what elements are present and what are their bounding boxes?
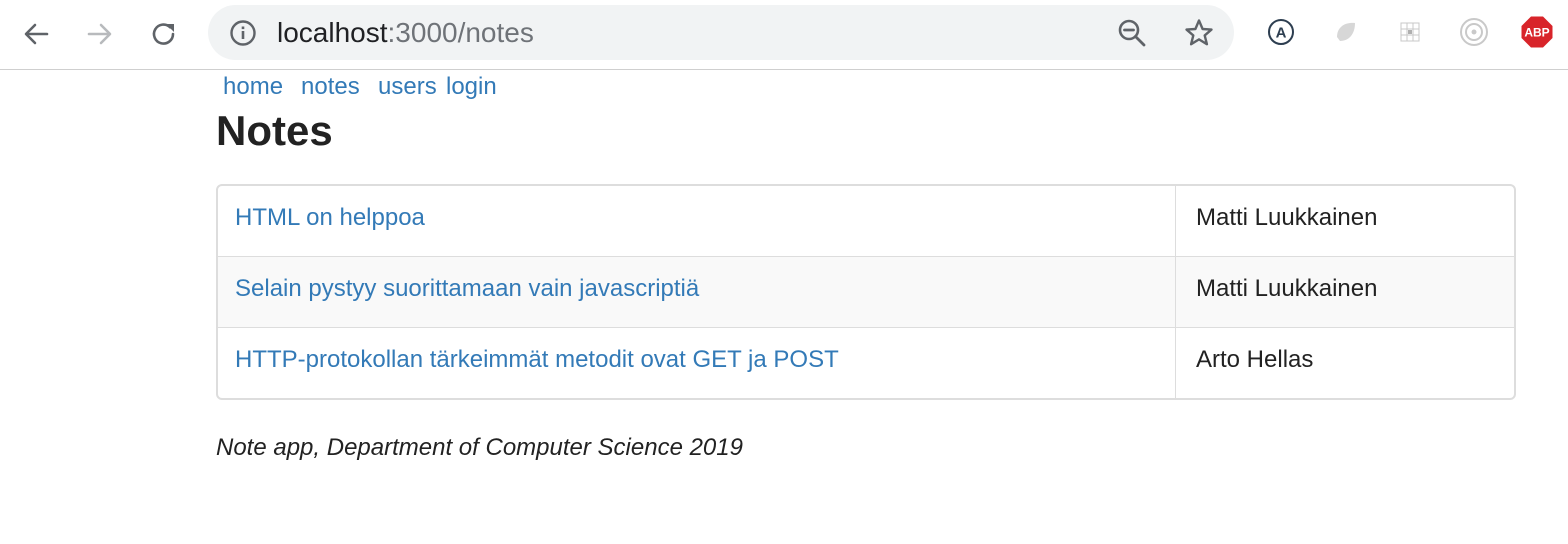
note-title-link[interactable]: HTML on helppoa (235, 204, 425, 232)
zoom-out-icon[interactable] (1116, 17, 1148, 49)
note-author: Matti Luukkainen (1196, 275, 1378, 302)
info-icon[interactable] (228, 18, 258, 48)
table-row: HTTP-protokollan tärkeimmät metodit ovat… (218, 327, 1514, 398)
column-divider (1175, 186, 1176, 256)
svg-text:A: A (1276, 25, 1287, 42)
table-row: Selain pystyy suorittamaan vain javascri… (218, 256, 1514, 327)
star-icon[interactable] (1182, 16, 1216, 50)
nav-link-users[interactable]: users (378, 73, 437, 101)
nav-link-login[interactable]: login (446, 73, 497, 101)
url-text[interactable]: localhost:3000/notes (277, 17, 534, 49)
note-author: Matti Luukkainen (1196, 204, 1378, 231)
abp-label: ABP (1524, 26, 1549, 40)
page-title: Notes (216, 107, 333, 154)
reload-icon[interactable] (146, 16, 182, 52)
forward-arrow-icon[interactable] (82, 16, 118, 52)
nav-link-notes[interactable]: notes (301, 73, 360, 101)
url-path: :3000/notes (387, 17, 534, 48)
adblock-plus-icon[interactable]: ABP (1519, 14, 1555, 50)
address-bar[interactable]: localhost:3000/notes (208, 5, 1234, 60)
notes-table: HTML on helppoa Matti Luukkainen Selain … (216, 184, 1516, 400)
column-divider (1175, 257, 1176, 327)
page-footer: Note app, Department of Computer Science… (216, 434, 743, 461)
translate-extension-icon[interactable]: A (1263, 14, 1299, 50)
column-divider (1175, 328, 1176, 398)
browser-toolbar: localhost:3000/notes A ABP (0, 0, 1568, 70)
note-title-link[interactable]: HTTP-protokollan tärkeimmät metodit ovat… (235, 346, 839, 374)
note-author: Arto Hellas (1196, 346, 1314, 373)
target-extension-icon[interactable] (1456, 14, 1492, 50)
back-arrow-icon[interactable] (18, 16, 54, 52)
leaf-extension-icon[interactable] (1328, 14, 1364, 50)
nav-link-home[interactable]: home (223, 73, 283, 101)
url-host: localhost (277, 17, 388, 48)
table-row: HTML on helppoa Matti Luukkainen (218, 186, 1514, 256)
note-title-link[interactable]: Selain pystyy suorittamaan vain javascri… (235, 275, 699, 303)
grid-extension-icon[interactable] (1392, 14, 1428, 50)
